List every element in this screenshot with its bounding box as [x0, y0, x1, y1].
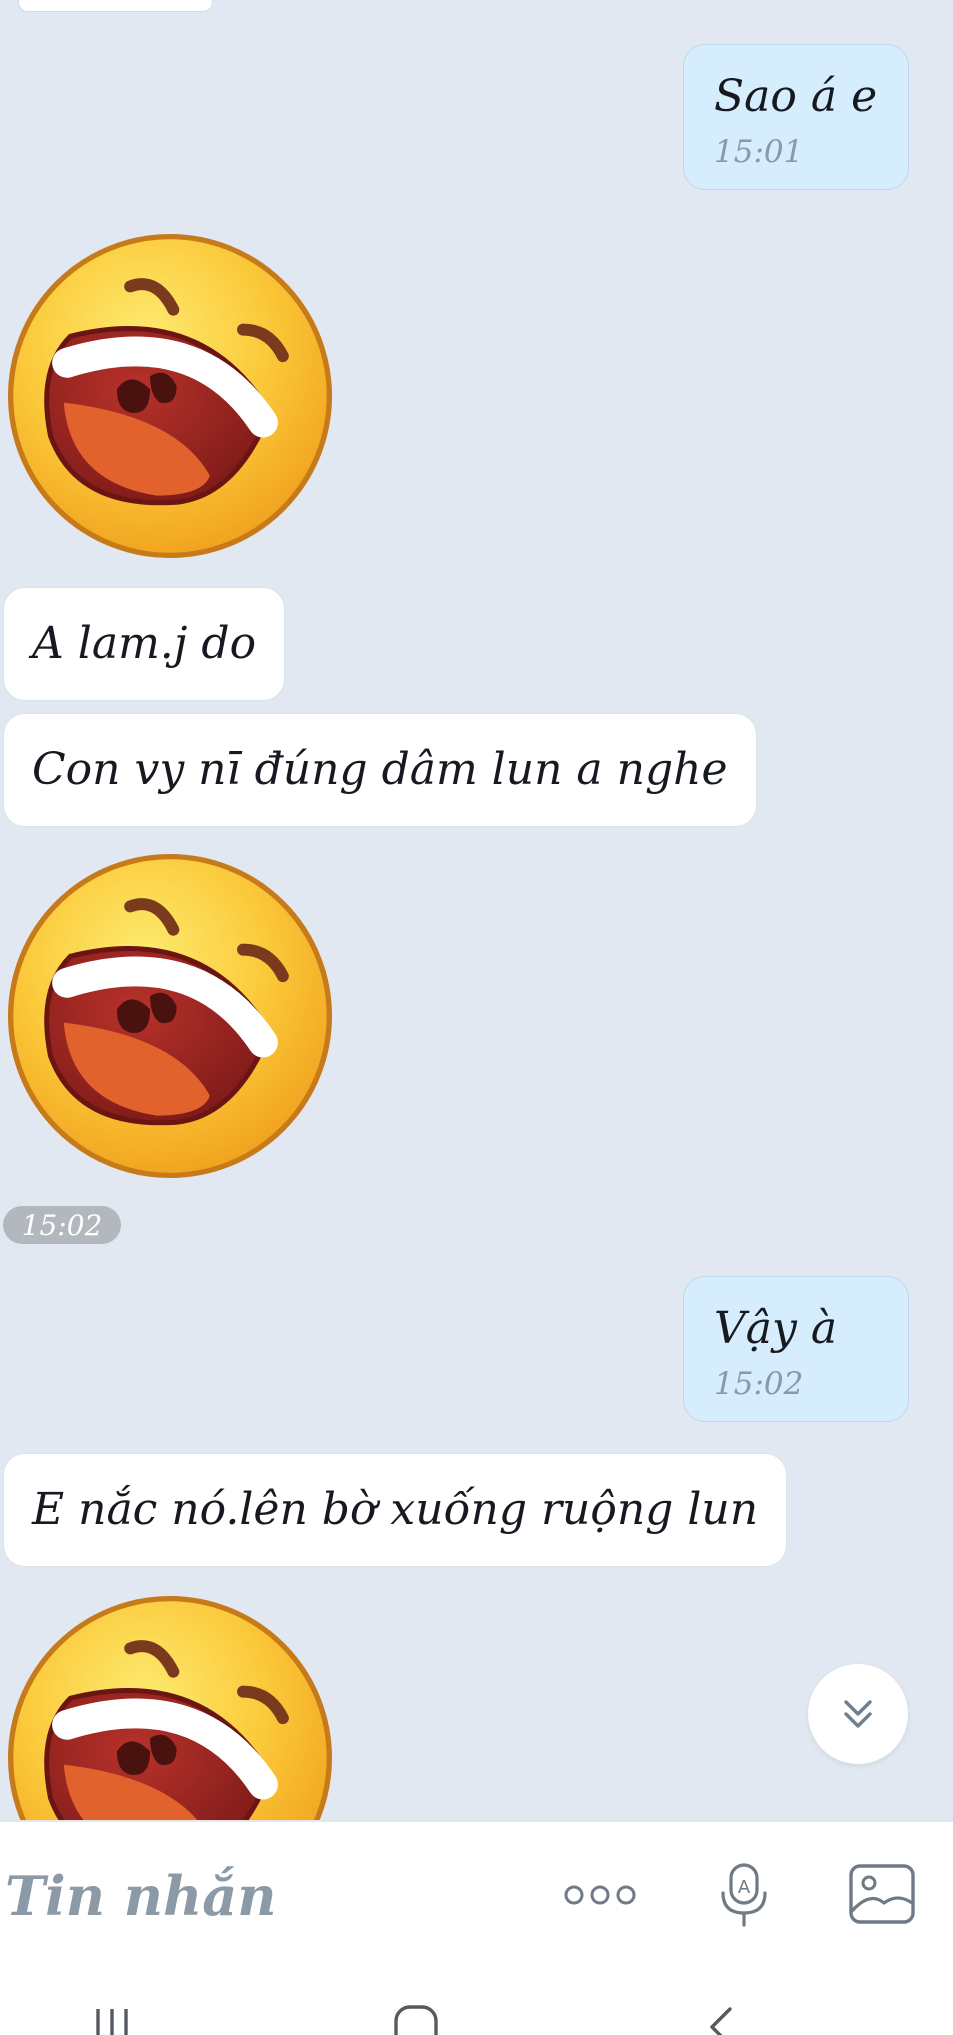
- message-input[interactable]: Tin nhắn: [5, 1864, 277, 1928]
- laughing-face-sticker[interactable]: [4, 850, 336, 1182]
- back-icon[interactable]: [700, 2005, 740, 2035]
- message-time: 15:02: [714, 1366, 804, 1402]
- microphone-icon: A: [721, 1863, 767, 1927]
- svg-text:A: A: [738, 1877, 751, 1898]
- chat-area[interactable]: Sao á e 15:01 A lam.j do Con vy nī đúng …: [0, 0, 953, 1820]
- voice-to-text-button[interactable]: A: [712, 1860, 776, 1930]
- message-time: 15:01: [714, 134, 804, 170]
- message-text: Con vy nī đúng dâm lun a nghe: [32, 744, 728, 795]
- message-input-bar: Tin nhắn A: [0, 1820, 953, 1965]
- laughing-face-sticker[interactable]: [4, 1592, 336, 1820]
- message-text: Vậy à: [714, 1303, 838, 1354]
- message-text: Sao á e: [714, 71, 878, 122]
- laughing-face-sticker[interactable]: [4, 230, 336, 562]
- system-navigation-bar: [0, 1965, 953, 2035]
- scroll-to-bottom-button[interactable]: [808, 1664, 908, 1764]
- double-chevron-down-icon: [844, 1700, 872, 1728]
- message-text: A lam.j do: [32, 618, 257, 669]
- timestamp-pill: 15:02: [3, 1206, 121, 1244]
- more-dots-icon: [564, 1885, 636, 1905]
- recent-apps-icon[interactable]: [92, 2005, 136, 2035]
- attach-image-button[interactable]: [846, 1862, 918, 1926]
- more-button[interactable]: [560, 1870, 640, 1920]
- home-icon[interactable]: [392, 2005, 440, 2035]
- incoming-message[interactable]: A lam.j do: [3, 587, 286, 701]
- outgoing-message[interactable]: Sao á e 15:01: [683, 44, 909, 190]
- partial-message-bubble: [18, 0, 213, 12]
- incoming-message[interactable]: E nắc nó.lên bờ xuống ruộng lun: [3, 1453, 788, 1567]
- message-text: E nắc nó.lên bờ xuống ruộng lun: [32, 1484, 759, 1535]
- image-icon: [849, 1864, 915, 1924]
- incoming-message[interactable]: Con vy nī đúng dâm lun a nghe: [3, 713, 757, 827]
- outgoing-message[interactable]: Vậy à 15:02: [683, 1276, 909, 1422]
